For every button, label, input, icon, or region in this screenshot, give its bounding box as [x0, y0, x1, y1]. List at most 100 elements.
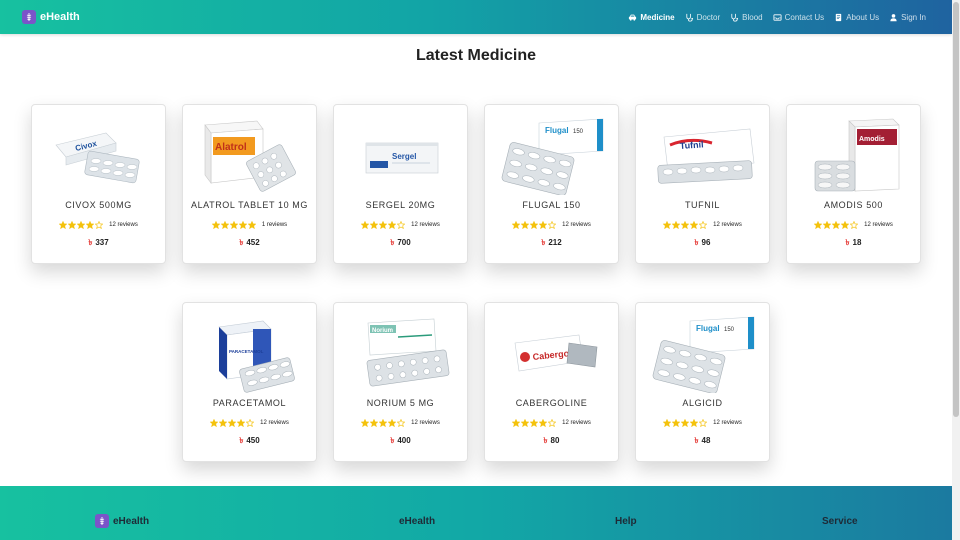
- taka-currency-symbol: ৳: [88, 238, 93, 247]
- review-count: 1 reviews: [261, 222, 288, 228]
- star-filled-icon: [512, 419, 521, 427]
- medicine-card[interactable]: Norium NORIUM 5 MG 12 reviews ৳ 400: [333, 302, 468, 462]
- nav-about-us[interactable]: About Us: [834, 13, 879, 22]
- star-empty-icon: [699, 419, 708, 427]
- nav-sign-in[interactable]: Sign In: [889, 13, 926, 22]
- review-count: 12 reviews: [562, 222, 591, 228]
- scrollbar[interactable]: [952, 0, 960, 540]
- flugal-product-image: Flugal 150: [501, 118, 604, 195]
- star-filled-icon: [690, 419, 699, 427]
- review-count: 12 reviews: [411, 420, 440, 426]
- price-value: 700: [397, 238, 411, 247]
- svg-text:Flugal: Flugal: [545, 126, 569, 135]
- medicine-card[interactable]: Cabergol CABERGOLINE 12 reviews ৳ 80: [484, 302, 619, 462]
- svg-text:Flugal: Flugal: [696, 324, 720, 333]
- nav-doctor[interactable]: Doctor: [685, 13, 720, 22]
- star-filled-icon: [370, 221, 379, 229]
- review-count: 12 reviews: [411, 222, 440, 228]
- star-filled-icon: [512, 221, 521, 229]
- star-empty-icon: [397, 221, 406, 229]
- star-filled-icon: [672, 419, 681, 427]
- star-filled-icon: [379, 419, 388, 427]
- footer-heading-service: Service: [822, 516, 858, 527]
- price-value: 450: [246, 436, 260, 445]
- star-rating: [512, 419, 557, 427]
- scrollbar-thumb[interactable]: [953, 2, 959, 417]
- star-rating: [361, 221, 406, 229]
- medicine-card[interactable]: Alatrol ALATROL TABLET 10 MG 1 reviews ৳…: [182, 104, 317, 264]
- medicine-card[interactable]: PARACETAMOL PARACETAMOL 12 reviews ৳ 450: [182, 302, 317, 462]
- rating: 12 reviews: [485, 419, 618, 427]
- star-filled-icon: [832, 221, 841, 229]
- star-filled-icon: [68, 221, 77, 229]
- rating: 12 reviews: [636, 419, 769, 427]
- rating: 12 reviews: [334, 419, 467, 427]
- star-filled-icon: [521, 419, 530, 427]
- star-filled-icon: [370, 419, 379, 427]
- review-count: 12 reviews: [713, 420, 742, 426]
- star-empty-icon: [246, 419, 255, 427]
- star-filled-icon: [86, 221, 95, 229]
- svg-text:Sergel: Sergel: [392, 152, 416, 161]
- medicine-card[interactable]: Sergel SERGEL 20MG 12 reviews ৳ 700: [333, 104, 468, 264]
- star-filled-icon: [210, 419, 219, 427]
- star-rating: [211, 221, 256, 229]
- star-filled-icon: [823, 221, 832, 229]
- star-filled-icon: [388, 419, 397, 427]
- star-filled-icon: [681, 221, 690, 229]
- page-title: Latest Medicine: [415, 47, 537, 64]
- star-filled-icon: [388, 221, 397, 229]
- star-filled-icon: [530, 221, 539, 229]
- star-empty-icon: [548, 221, 557, 229]
- star-rating: [59, 221, 104, 229]
- star-filled-icon: [841, 221, 850, 229]
- star-filled-icon: [238, 221, 247, 229]
- footer-brand[interactable]: eHealth: [95, 514, 149, 528]
- svg-text:Tufnil: Tufnil: [679, 139, 703, 151]
- star-filled-icon: [228, 419, 237, 427]
- sergel-product-image: Sergel: [365, 142, 439, 174]
- star-filled-icon: [219, 419, 228, 427]
- price: ৳ 80: [485, 435, 618, 448]
- brand[interactable]: eHealth: [22, 10, 80, 24]
- nav-sign-in-label: Sign In: [901, 12, 926, 22]
- price-value: 48: [701, 436, 711, 445]
- medicine-card[interactable]: Civox CIVOX 500MG 12 reviews ৳ 337: [31, 104, 166, 264]
- taka-currency-symbol: ৳: [694, 436, 699, 445]
- star-filled-icon: [77, 221, 86, 229]
- review-count: 12 reviews: [713, 222, 742, 228]
- star-filled-icon: [539, 221, 548, 229]
- nav-contact-us[interactable]: Contact Us: [773, 12, 825, 22]
- star-filled-icon: [672, 221, 681, 229]
- nav-links: Medicine Doctor Blood Contact Us About U…: [628, 13, 926, 22]
- star-rating: [814, 221, 859, 229]
- user-icon: [890, 13, 897, 21]
- navbar: eHealth Medicine Doctor Blood Contact Us…: [0, 0, 952, 34]
- nav-medicine[interactable]: Medicine: [628, 12, 675, 22]
- star-empty-icon: [95, 221, 104, 229]
- star-filled-icon: [220, 221, 229, 229]
- price-value: 18: [852, 238, 862, 247]
- caduceus-logo-icon: [95, 514, 109, 528]
- medicine-card[interactable]: Flugal 150 ALGICID 12 reviews ৳ 48: [635, 302, 770, 462]
- medicine-card[interactable]: Amodis AMODIS 500 12 reviews ৳ 18: [786, 104, 921, 264]
- star-empty-icon: [699, 221, 708, 229]
- star-empty-icon: [397, 419, 406, 427]
- medicine-name: AMODIS 500: [823, 200, 884, 210]
- medicine-card[interactable]: Flugal 150 FLUGAL 150 12 reviews ৳ 212: [484, 104, 619, 264]
- medicine-card[interactable]: Tufnil TUFNIL 12 reviews ৳ 96: [635, 104, 770, 264]
- price: ৳ 212: [485, 237, 618, 250]
- rating: 1 reviews: [183, 221, 316, 229]
- star-filled-icon: [59, 221, 68, 229]
- rating: 12 reviews: [183, 419, 316, 427]
- star-filled-icon: [211, 221, 220, 229]
- nav-contact-us-label: Contact Us: [784, 12, 825, 22]
- nav-medicine-label: Medicine: [640, 12, 675, 22]
- star-filled-icon: [521, 221, 530, 229]
- nav-blood[interactable]: Blood: [730, 13, 763, 22]
- price-value: 452: [246, 238, 260, 247]
- svg-text:Norium: Norium: [372, 328, 393, 334]
- medicine-name: ALATROL TABLET 10 MG: [190, 200, 309, 210]
- footer: eHealth eHealth Help Service: [0, 486, 952, 540]
- star-filled-icon: [539, 419, 548, 427]
